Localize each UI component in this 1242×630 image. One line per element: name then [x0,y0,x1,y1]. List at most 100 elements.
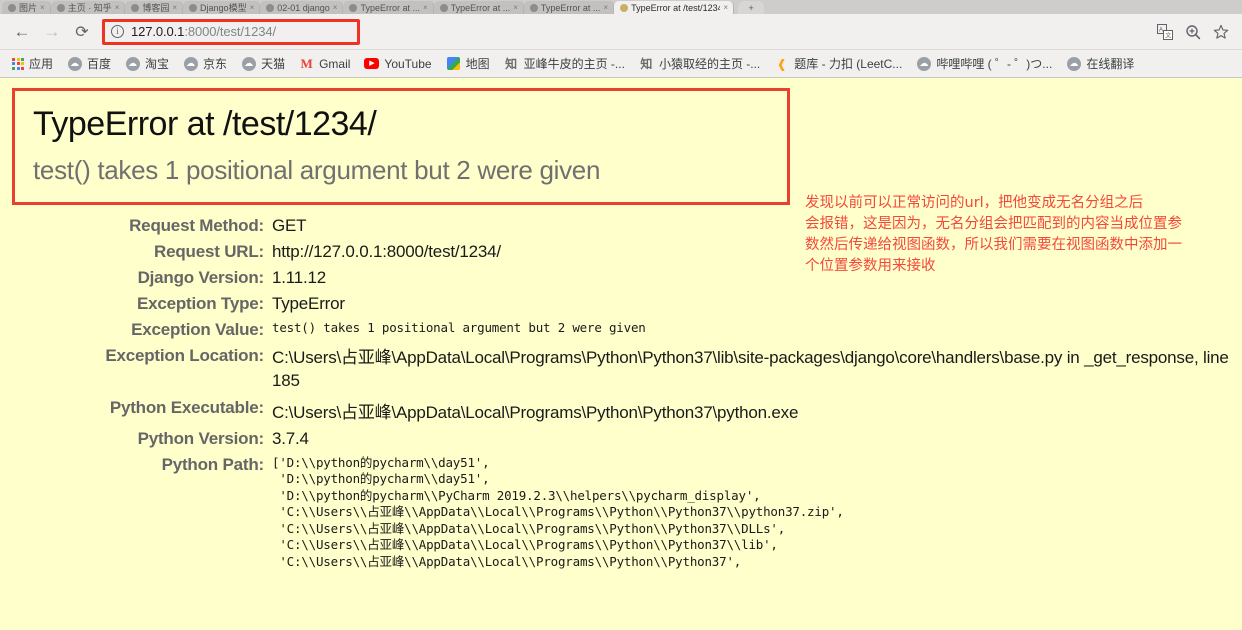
tab-favicon [189,3,198,12]
bookmark-apps[interactable]: 应用 [6,53,59,74]
reload-button[interactable]: ⟳ [68,18,96,46]
annotation-line: 发现以前可以正常访问的url，把他变成无名分组之后 [805,195,1144,211]
table-row: Exception Value: test() takes 1 position… [0,317,1242,343]
globe-icon: ☁ [67,56,82,71]
bookmark-label: 京东 [203,57,228,71]
bookmark-zhihu-yafeng[interactable]: 知 亚峰牛皮的主页 -... [498,53,631,74]
annotation-line: 数然后传递给视图函数，所以我们需要在视图函数中添加一 [805,237,1182,253]
bookmark-zhihu-xiaoyuan[interactable]: 知 小猿取经的主页 -... [633,53,766,74]
site-info-icon[interactable]: i [111,25,124,38]
new-tab-button[interactable]: + [738,1,765,14]
row-label-exception-type: Exception Type: [136,293,264,313]
bookmark-baidu[interactable]: ☁ 百度 [61,53,117,74]
tab-title: 主页 · 知乎 [67,2,112,13]
browser-chrome: 图片 × 主页 · 知乎 × 博客园 × Django模型 × 02-01 dj… [0,0,1242,78]
row-label-python-path: Python Path: [161,454,265,474]
translate-icon[interactable]: A 文 [1154,21,1176,43]
back-button[interactable]: ← [8,18,36,46]
globe-icon: ☁ [916,56,931,71]
table-row: Exception Location: C:\Users\占亚峰\AppData… [0,343,1242,395]
forward-button[interactable]: → [38,18,66,46]
error-summary-box: TypeError at /test/1234/ test() takes 1 … [12,88,790,205]
tab-close-icon[interactable]: × [423,3,428,12]
annotation-line: 个位置参数用来接收 [805,258,936,274]
url-host: 127.0.0.1 [131,24,185,39]
row-label-request-url: Request URL: [154,241,264,261]
error-subtitle: test() takes 1 positional argument but 2… [33,155,601,186]
tab-favicon [529,3,538,12]
table-row: Python Version: 3.7.4 [0,426,1242,452]
address-bar-url: 127.0.0.1:8000/test/1234/ [131,24,276,39]
bookmark-label: 百度 [87,57,112,71]
zoom-icon[interactable] [1182,21,1204,43]
omnibox-container: i 127.0.0.1:8000/test/1234/ [102,18,1152,46]
bookmark-translate[interactable]: ☁ 在线翻译 [1060,53,1140,74]
bookmark-label: 淘宝 [145,57,170,71]
tab-close-icon[interactable]: × [40,3,45,12]
tab-title: TypeError at /test/1234/ [631,2,721,13]
browser-tab[interactable]: 图片 × [2,1,51,14]
tab-title: 图片 [19,2,38,13]
bookmark-label: 题库 - 力扣 (LeetC... [794,57,903,71]
tab-close-icon[interactable]: × [723,3,728,12]
tab-strip: 图片 × 主页 · 知乎 × 博客园 × Django模型 × 02-01 dj… [0,0,1242,14]
row-value-exception-value: test() takes 1 positional argument but 2… [272,319,646,335]
svg-text:文: 文 [1165,31,1171,39]
tab-title: TypeError at ... [540,2,601,13]
row-label-request-method: Request Method: [129,215,264,235]
browser-tab[interactable]: 博客园 × [125,1,184,14]
page-title: TypeError at /test/1234/ [33,105,377,143]
bookmark-label: Gmail [319,56,351,71]
tab-title: TypeError at ... [360,2,420,13]
bookmark-star-icon[interactable] [1210,21,1232,43]
tab-favicon [8,3,16,12]
row-value-python-version: 3.7.4 [272,428,309,448]
bookmark-tmall[interactable]: ☁ 天猫 [235,53,291,74]
bookmark-label: 小猿取经的主页 -... [658,57,761,71]
globe-icon: ☁ [183,56,198,71]
tab-favicon [266,3,275,12]
bookmark-label: 在线翻译 [1086,57,1135,71]
row-value-exception-type: TypeError [272,293,345,313]
table-row: Python Executable: C:\Users\占亚峰\AppData\… [0,395,1242,426]
tab-close-icon[interactable]: × [172,3,177,12]
row-label-python-version: Python Version: [137,428,265,448]
tab-close-icon[interactable]: × [603,3,608,12]
row-label-exception-value: Exception Value: [131,319,264,339]
bookmark-label: 天猫 [261,57,286,71]
row-label-django-version: Django Version: [137,267,265,287]
tab-close-icon[interactable]: × [513,3,518,12]
tab-favicon [349,3,358,12]
browser-tab[interactable]: 主页 · 知乎 × [50,1,126,14]
maps-icon [446,56,461,71]
tab-favicon [620,3,629,12]
leetcode-icon: ❰ [776,56,787,71]
tab-close-icon[interactable]: × [115,3,120,12]
bookmark-leetcode[interactable]: ❰ 题库 - 力扣 (LeetC... [768,53,908,74]
tab-close-icon[interactable]: × [333,3,338,12]
bookmark-bilibili[interactable]: ☁ 哔哩哔哩 ( ゜- ゜)つ... [910,53,1058,74]
bookmark-label: 应用 [29,57,54,71]
tab-favicon [56,3,65,12]
browser-tab[interactable]: 02-01 django × [260,1,344,14]
bookmark-maps[interactable]: 地图 [440,53,496,74]
browser-tab[interactable]: Django模型 × [183,1,261,14]
globe-icon: ☁ [125,56,140,71]
annotation-line: 会报错，这是因为，无名分组会把匹配到的内容当成位置参 [805,216,1182,232]
bookmark-gmail[interactable]: M Gmail [293,54,356,73]
browser-tab-active[interactable]: TypeError at /test/1234/ × [614,1,735,14]
browser-tab[interactable]: TypeError at ... × [523,1,615,14]
address-bar[interactable]: i 127.0.0.1:8000/test/1234/ [102,18,360,45]
browser-tab[interactable]: TypeError at ... × [343,1,434,14]
row-label-exception-location: Exception Location: [105,345,264,365]
url-path: :8000/test/1234/ [184,24,276,39]
tab-close-icon[interactable]: × [250,3,255,12]
browser-tab[interactable]: TypeError at ... × [433,1,524,14]
youtube-icon: ▶ [364,56,380,71]
browser-toolbar: ← → ⟳ i 127.0.0.1:8000/test/1234/ A 文 [0,14,1242,50]
bookmark-youtube[interactable]: ▶ YouTube [358,54,437,73]
table-row: Exception Type: TypeError [0,291,1242,317]
bookmark-taobao[interactable]: ☁ 淘宝 [119,53,175,74]
bookmark-jd[interactable]: ☁ 京东 [177,53,233,74]
gmail-icon: M [300,56,313,71]
